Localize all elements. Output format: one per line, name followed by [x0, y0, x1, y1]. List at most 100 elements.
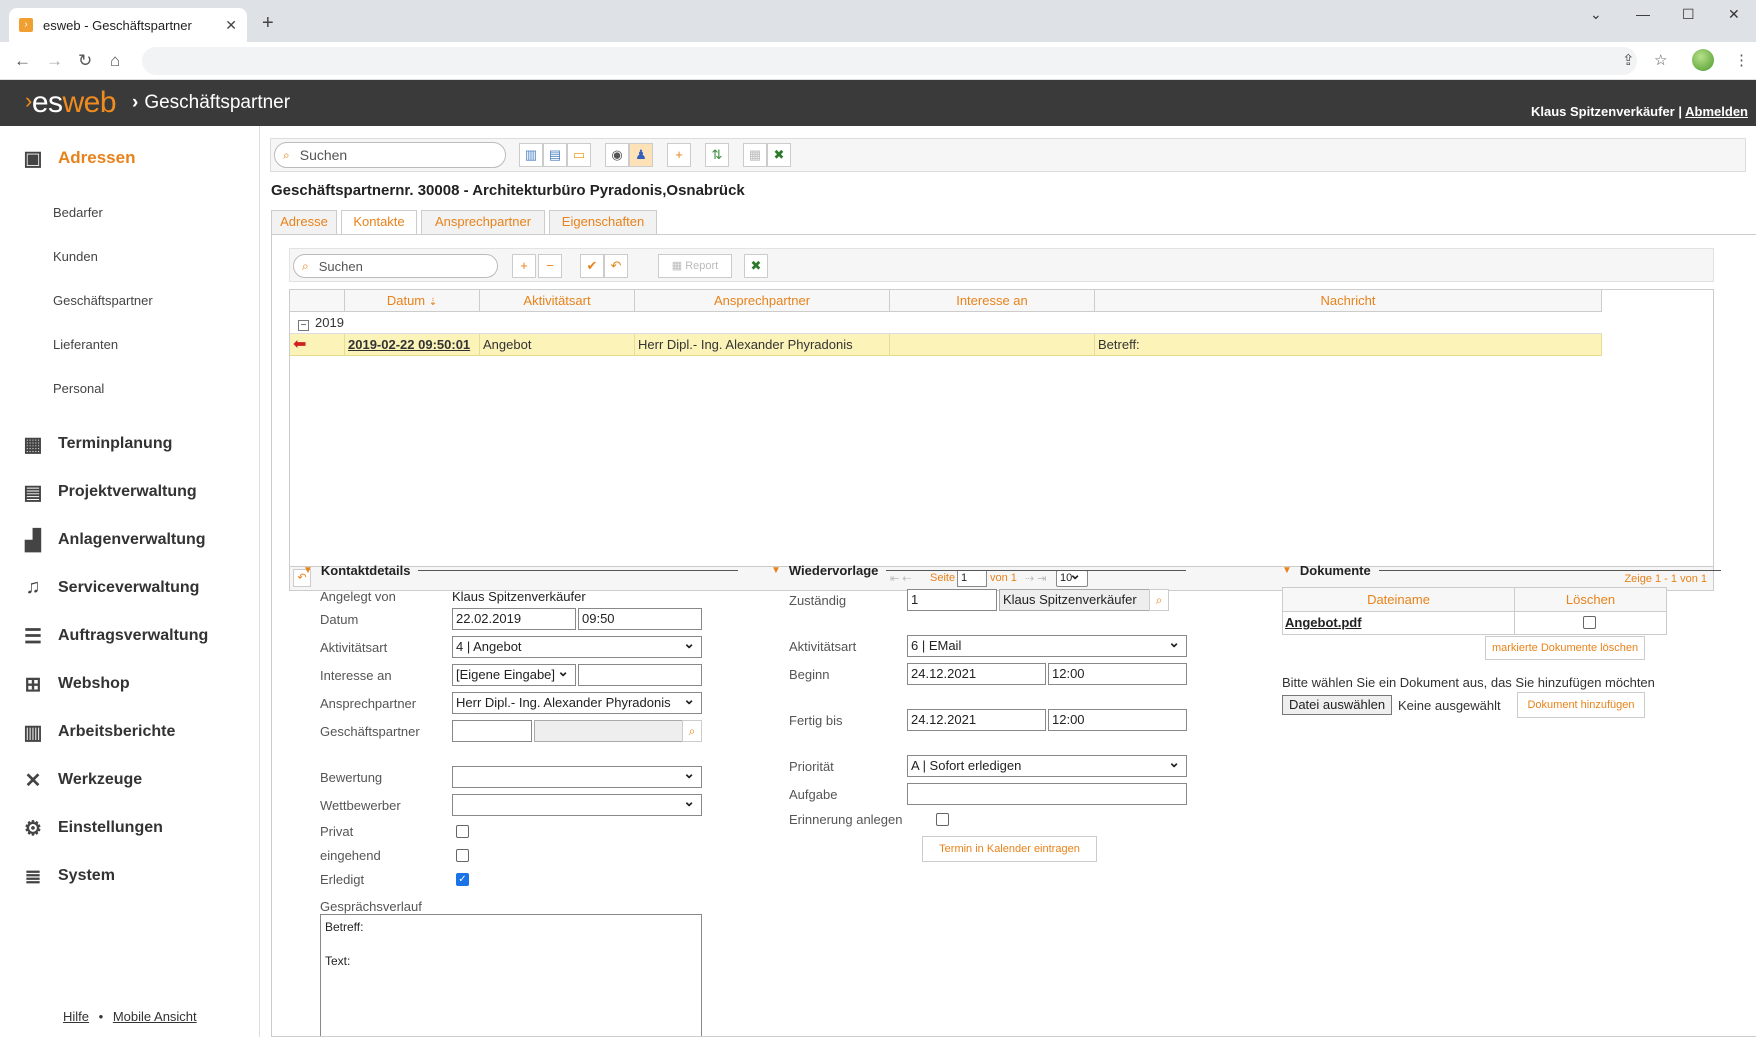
reload-icon[interactable]: ↻ [78, 51, 92, 71]
sidebar-item-adressen[interactable]: ▣ Adressen [20, 146, 136, 170]
fertig-time-input[interactable]: 12:00 [1048, 709, 1187, 731]
grid-search-input[interactable]: ⌕ Suchen [293, 254, 498, 278]
sidebar-sub-personal[interactable]: Personal [53, 381, 104, 396]
tab-kontakte[interactable]: Kontakte [341, 210, 417, 235]
row-aktivitaet: Angebot [480, 334, 635, 356]
delete-documents-button[interactable]: markierte Dokumente löschen [1485, 636, 1645, 660]
erinnerung-checkbox[interactable] [936, 813, 949, 826]
sidebar-item-anlagenverwaltung[interactable]: ▟ Anlagenverwaltung [20, 528, 205, 552]
report-button[interactable]: ▦ [743, 143, 767, 167]
binoculars-button[interactable]: ◉ [605, 143, 629, 167]
aktivitaet-select[interactable]: 4 | Angebot [452, 636, 702, 658]
bewertung-select[interactable] [452, 766, 702, 788]
beginn-date-input[interactable]: 24.12.2021 [907, 663, 1046, 685]
eingehend-checkbox[interactable] [456, 849, 469, 862]
choose-file-button[interactable]: Datei auswählen [1282, 695, 1392, 715]
interesse-select[interactable]: [Eigene Eingabe] [452, 664, 576, 686]
tab-ansprechpartner[interactable]: Ansprechpartner [421, 210, 545, 234]
profile-avatar[interactable] [1692, 49, 1714, 71]
search-input[interactable]: ⌕ Suchen [274, 142, 506, 168]
aufgabe-input[interactable] [907, 783, 1187, 805]
wettbewerber-select[interactable] [452, 794, 702, 816]
grid-col-interesse[interactable]: Interesse an [890, 290, 1095, 312]
maximize-icon[interactable]: ☐ [1682, 6, 1695, 23]
sidebar-sub-geschaeftspartner[interactable]: Geschäftspartner [53, 293, 153, 308]
grid-add-button[interactable]: + [512, 254, 536, 278]
add-button[interactable]: + [667, 143, 691, 167]
list-view-button[interactable]: ▥ [519, 143, 543, 167]
sidebar-item-werkzeuge[interactable]: ✕ Werkzeuge [20, 768, 143, 792]
sidebar-item-auftragsverwaltung[interactable]: ☰ Auftragsverwaltung [20, 624, 208, 648]
sidebar-item-system[interactable]: ≣ System [20, 864, 115, 888]
collapse-icon[interactable]: − [298, 320, 309, 331]
tab-eigenschaften[interactable]: Eigenschaften [549, 210, 657, 234]
excel-export-button[interactable]: ✖ [767, 143, 791, 167]
interesse-custom-input[interactable] [578, 664, 702, 686]
gp-id-input[interactable] [452, 720, 532, 742]
mobile-view-link[interactable]: Mobile Ansicht [113, 1009, 197, 1024]
home-icon[interactable]: ⌂ [110, 51, 120, 71]
beginn-time-input[interactable]: 12:00 [1048, 663, 1187, 685]
folder-view-button[interactable]: ▭ [567, 143, 591, 167]
doc-file-link[interactable]: Angebot.pdf [1283, 612, 1515, 634]
share-icon[interactable]: ⇪ [1622, 51, 1635, 69]
logout-link[interactable]: Abmelden [1685, 104, 1748, 119]
forward-icon[interactable]: → [46, 51, 63, 71]
bookmark-star-icon[interactable]: ☆ [1654, 51, 1667, 69]
add-document-button[interactable]: Dokument hinzufügen [1517, 692, 1645, 718]
new-tab-icon[interactable]: + [262, 12, 274, 35]
verlauf-textarea[interactable]: Betreff: Text: [320, 914, 702, 1036]
grid-group-row[interactable]: −2019 [290, 312, 1602, 334]
wv-aktivitaet-select[interactable]: 6 | EMail [907, 635, 1187, 657]
grid-col-ansprechpartner[interactable]: Ansprechpartner [635, 290, 890, 312]
ansprechpartner-select[interactable]: Herr Dipl.- Ing. Alexander Phyradonis [452, 692, 702, 714]
sidebar-item-serviceverwaltung[interactable]: ♫ Serviceverwaltung [20, 576, 200, 600]
tab-search-icon[interactable]: ⌄ [1590, 6, 1602, 23]
termin-kalender-button[interactable]: Termin in Kalender eintragen [922, 836, 1097, 862]
sidebar-sub-kunden[interactable]: Kunden [53, 249, 98, 264]
url-bar[interactable] [142, 47, 1637, 75]
gp-search-icon[interactable]: ⌕ [682, 720, 702, 742]
minimize-icon[interactable]: — [1636, 6, 1650, 22]
esweb-logo[interactable]: ›esweb [25, 86, 117, 120]
erledigt-checkbox[interactable]: ✓ [456, 873, 469, 886]
close-window-icon[interactable]: ✕ [1728, 6, 1740, 23]
dokumente-header[interactable]: ▼ Dokumente [1282, 563, 1721, 578]
zustaendig-search-icon[interactable]: ⌕ [1149, 589, 1169, 611]
sidebar-item-arbeitsberichte[interactable]: ▥ Arbeitsberichte [20, 720, 176, 744]
datum-input[interactable]: 22.02.2019 [452, 608, 576, 630]
help-link[interactable]: Hilfe [63, 1009, 89, 1024]
sidebar-sub-lieferanten[interactable]: Lieferanten [53, 337, 118, 352]
grid-col-datum[interactable]: Datum ⇣ [345, 290, 480, 312]
sidebar-item-terminplanung[interactable]: ▦ Terminplanung [20, 432, 173, 456]
fertig-date-input[interactable]: 24.12.2021 [907, 709, 1046, 731]
browser-menu-icon[interactable]: ⋮ [1734, 51, 1749, 69]
table-row[interactable]: ⬅ 2019-02-22 09:50:01 Angebot Herr Dipl.… [290, 334, 1602, 356]
browser-tab[interactable]: › esweb - Geschäftspartner ✕ [9, 8, 247, 42]
grid-remove-button[interactable]: − [538, 254, 562, 278]
kontaktdetails-header[interactable]: ▼ Kontaktdetails [303, 563, 739, 578]
grid-col-aktivitaetsart[interactable]: Aktivitätsart [480, 290, 635, 312]
sidebar-sub-bedarfer[interactable]: Bedarfer [53, 205, 103, 220]
grid-undo-button[interactable]: ↶ [604, 254, 628, 278]
grid-save-button[interactable]: ✔ [580, 254, 604, 278]
wiedervorlage-header[interactable]: ▼ Wiedervorlage [771, 563, 1187, 578]
tab-adresse[interactable]: Adresse [271, 210, 337, 234]
row-datum-link[interactable]: 2019-02-22 09:50:01 [345, 334, 480, 356]
sidebar-item-webshop[interactable]: ⊞ Webshop [20, 672, 130, 696]
doc-delete-checkbox[interactable] [1583, 616, 1596, 629]
grid-report-button[interactable]: ▦ Report [658, 254, 732, 278]
grid-col-nachricht[interactable]: Nachricht [1095, 290, 1602, 312]
sidebar-item-projektverwaltung[interactable]: ▤ Projektverwaltung [20, 480, 197, 504]
detail-view-button[interactable]: ▤ [543, 143, 567, 167]
zustaendig-id-input[interactable]: 1 [907, 589, 997, 611]
user-map-button[interactable]: ♟ [629, 143, 653, 167]
grid-excel-button[interactable]: ✖ [744, 254, 768, 278]
sidebar-item-einstellungen[interactable]: ⚙ Einstellungen [20, 816, 163, 840]
zeit-input[interactable]: 09:50 [578, 608, 702, 630]
close-tab-icon[interactable]: ✕ [225, 17, 237, 34]
back-icon[interactable]: ← [14, 51, 31, 71]
sort-button[interactable]: ⇅ [705, 143, 729, 167]
prioritaet-select[interactable]: A | Sofort erledigen [907, 755, 1187, 777]
privat-checkbox[interactable] [456, 825, 469, 838]
